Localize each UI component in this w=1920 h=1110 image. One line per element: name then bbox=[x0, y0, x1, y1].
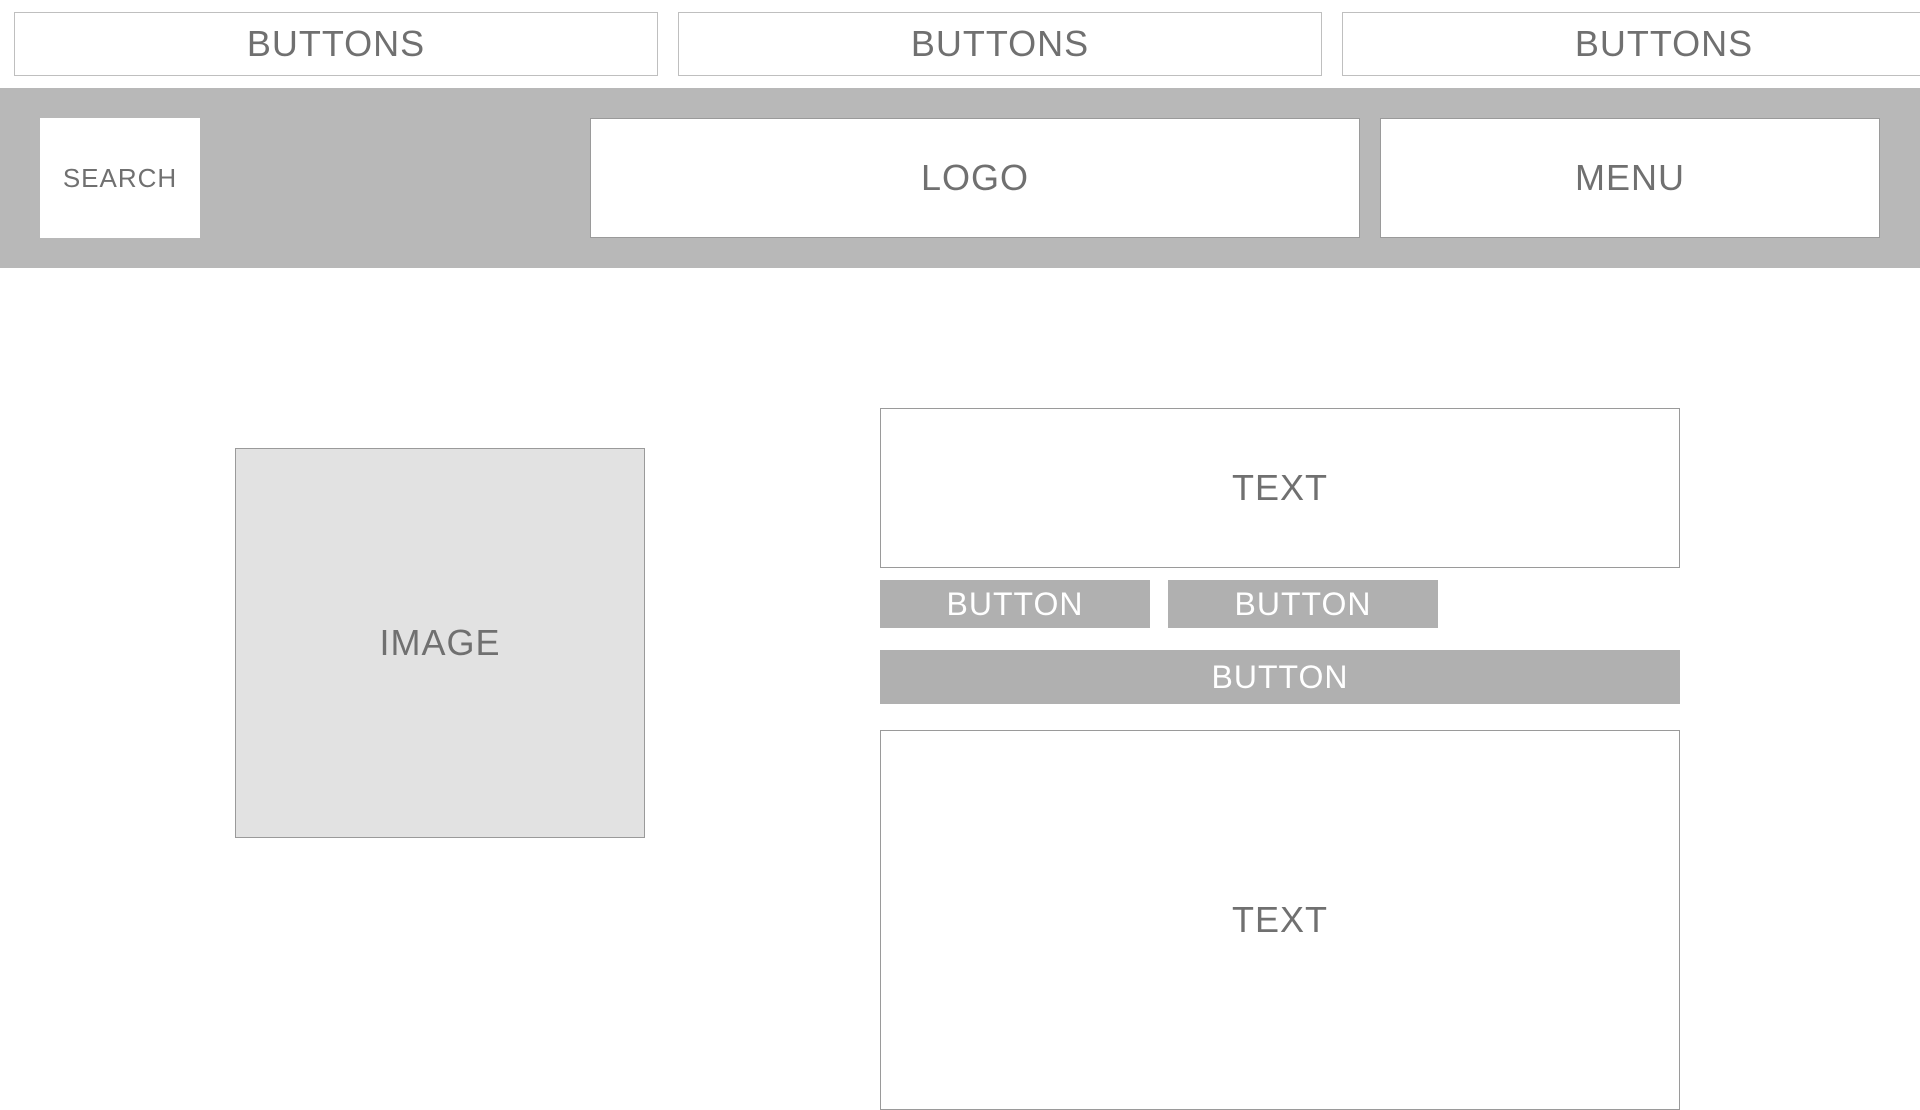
top-buttons-1[interactable]: BUTTONS bbox=[14, 12, 658, 76]
menu-button[interactable]: MENU bbox=[1380, 118, 1880, 238]
top-buttons-2[interactable]: BUTTONS bbox=[678, 12, 1322, 76]
left-column: IMAGE bbox=[0, 408, 880, 1110]
image-placeholder: IMAGE bbox=[235, 448, 645, 838]
header-bar: SEARCH LOGO MENU bbox=[0, 88, 1920, 268]
action-button-1[interactable]: BUTTON bbox=[880, 580, 1150, 628]
content-area: IMAGE TEXT BUTTON BUTTON BUTTON TEXT bbox=[0, 268, 1920, 1110]
top-buttons-row: BUTTONS BUTTONS BUTTONS bbox=[0, 0, 1920, 88]
action-button-2[interactable]: BUTTON bbox=[1168, 580, 1438, 628]
text-block-2: TEXT bbox=[880, 730, 1680, 1110]
text-block-1: TEXT bbox=[880, 408, 1680, 568]
logo: LOGO bbox=[590, 118, 1360, 238]
button-row: BUTTON BUTTON bbox=[880, 580, 1680, 628]
action-button-wide[interactable]: BUTTON bbox=[880, 650, 1680, 704]
top-buttons-3[interactable]: BUTTONS bbox=[1342, 12, 1920, 76]
search-box[interactable]: SEARCH bbox=[40, 118, 200, 238]
right-column: TEXT BUTTON BUTTON BUTTON TEXT bbox=[880, 408, 1680, 1110]
